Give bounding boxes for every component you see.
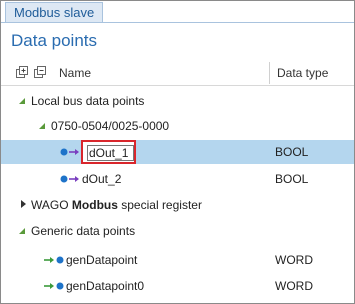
expanded-arrow-icon[interactable]	[39, 123, 45, 129]
word-input-icon	[44, 282, 64, 290]
column-data-type[interactable]: Data type	[277, 66, 328, 80]
node-label: genDatapoint	[66, 253, 138, 267]
node-label: Local bus data points	[31, 94, 145, 108]
bool-output-icon	[60, 148, 79, 156]
expanded-arrow-icon[interactable]	[19, 98, 25, 104]
tree-node-dout-2[interactable]: dOut_2 BOOL	[1, 167, 354, 191]
modbus-slave-panel: Modbus slave Data points Name Data type …	[0, 0, 355, 304]
column-divider[interactable]	[269, 62, 270, 84]
node-label: genDatapoint0	[66, 279, 145, 293]
node-label: WAGO Modbus special register	[31, 198, 202, 212]
node-label-rest: special register	[121, 198, 202, 212]
page-title: Data points	[11, 31, 97, 50]
tree-node-gen-datapoint[interactable]: genDatapoint WORD	[1, 248, 354, 272]
tab-strip: Modbus slave	[1, 1, 354, 23]
tree-node-local-bus[interactable]: Local bus data points	[1, 89, 354, 113]
node-label: dOut_2	[82, 172, 122, 186]
data-type-value: BOOL	[275, 145, 309, 159]
node-label-bold: Modbus	[71, 198, 118, 212]
rename-input[interactable]	[87, 145, 134, 161]
collapsed-arrow-icon[interactable]	[21, 200, 26, 208]
rename-field-highlight	[81, 140, 136, 164]
tree-node-generic[interactable]: Generic data points	[1, 219, 354, 243]
tree-node-dout-1[interactable]: BOOL	[1, 140, 354, 164]
column-name[interactable]: Name	[59, 66, 91, 80]
data-type-value: BOOL	[275, 172, 309, 186]
node-label-brand: WAGO	[31, 198, 69, 212]
node-label: 0750-0504/0025-0000	[51, 119, 170, 133]
tree-node-gen-datapoint0[interactable]: genDatapoint0 WORD	[1, 274, 354, 298]
tree-node-wago-special-register[interactable]: WAGO Modbus special register	[1, 193, 354, 217]
collapse-all-icon[interactable]	[34, 66, 47, 78]
expanded-arrow-icon[interactable]	[19, 228, 25, 234]
bool-output-icon	[60, 175, 79, 183]
tree-node-module[interactable]: 0750-0504/0025-0000	[1, 114, 354, 138]
word-input-icon	[44, 256, 64, 264]
node-label: Generic data points	[31, 224, 136, 238]
data-type-value: WORD	[275, 253, 313, 267]
data-type-value: WORD	[275, 279, 313, 293]
column-header: Name Data type	[1, 59, 354, 86]
tab-modbus-slave[interactable]: Modbus slave	[5, 2, 104, 22]
expand-all-icon[interactable]	[16, 66, 29, 78]
